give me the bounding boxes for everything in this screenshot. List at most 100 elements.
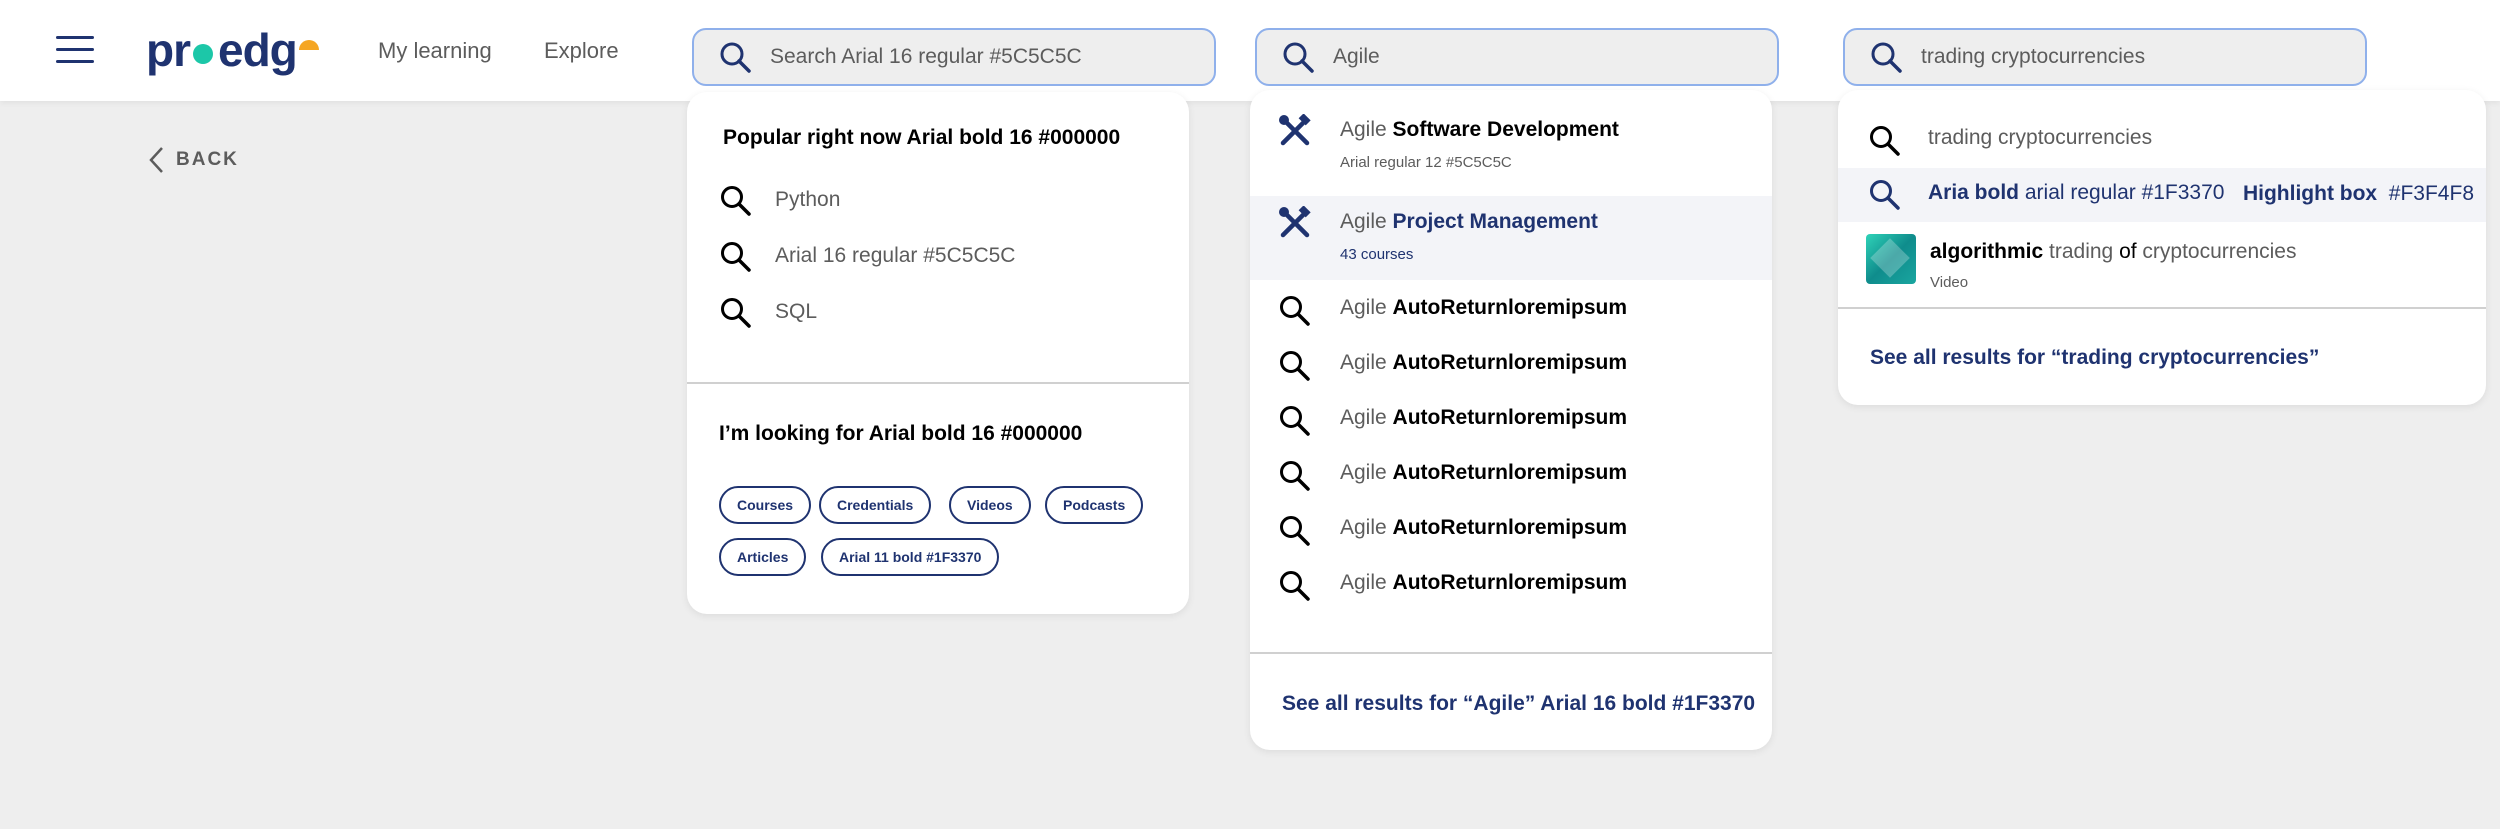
- suggestion-rest: arial regular #1F3370: [2019, 181, 2225, 204]
- search-input-text: Agile: [1333, 45, 1380, 68]
- tools-icon: [1279, 206, 1311, 238]
- popular-item[interactable]: Python: [719, 184, 840, 216]
- suggestion-text: Aria bold arial regular #1F3370: [1928, 181, 2224, 205]
- suggestion-text: Agile AutoReturnloremipsum: [1340, 351, 1627, 375]
- suggestion-text: Agile Project Management: [1340, 210, 1598, 234]
- suggestion-row[interactable]: Agile AutoReturnloremipsum: [1250, 561, 1772, 611]
- logo-dot: [193, 44, 213, 64]
- trading-dropdown: trading cryptocurrencies Aria bold arial…: [1838, 90, 2486, 405]
- suggestion-row[interactable]: trading cryptocurrencies: [1838, 118, 2486, 164]
- search-icon: [1283, 42, 1314, 73]
- suggestion-text: Agile AutoReturnloremipsum: [1340, 571, 1627, 595]
- suggestion-row-highlighted[interactable]: Agile Project Management 43 courses: [1250, 196, 1772, 280]
- search-icon: [1870, 126, 1900, 156]
- suggestion-prefix: Agile: [1340, 571, 1393, 594]
- search-icon: [1871, 42, 1902, 73]
- search-icon: [1280, 461, 1310, 491]
- highlight-note-bold: Highlight box: [2242, 182, 2378, 205]
- logo-text-2: edg: [218, 24, 298, 76]
- top-bar: pr edg My learning Explore Search Arial 1…: [0, 0, 2500, 101]
- suggestion-row[interactable]: Agile AutoReturnloremipsum: [1250, 286, 1772, 336]
- video-thumbnail: [1866, 234, 1916, 284]
- search-icon: [721, 186, 751, 216]
- logo-text-1: pr: [146, 24, 191, 76]
- suggestion-row[interactable]: Agile AutoReturnloremipsum: [1250, 396, 1772, 446]
- chip-articles[interactable]: Articles: [719, 538, 807, 576]
- back-label: BACK: [176, 149, 239, 170]
- suggestion-prefix: Agile: [1340, 351, 1393, 374]
- popular-item[interactable]: Arial 16 regular #5C5C5C: [719, 240, 1015, 272]
- suggestion-row-highlighted[interactable]: Aria bold arial regular #1F3370 Highligh…: [1838, 168, 2486, 222]
- search-icon: [1280, 351, 1310, 381]
- suggestion-bold: AutoReturnloremipsum: [1392, 351, 1628, 374]
- suggestion-row[interactable]: Agile AutoReturnloremipsum: [1250, 341, 1772, 391]
- suggestion-subtext: 43 courses: [1340, 246, 1414, 263]
- suggestion-text: Agile Software Development: [1340, 118, 1619, 142]
- video-result-word-4: cryptocurrencies: [2136, 240, 2297, 263]
- search-icon: [721, 298, 751, 328]
- back-button[interactable]: BACK: [148, 146, 239, 174]
- video-result-word-2: trading: [2043, 240, 2120, 263]
- video-result-word-3: of: [2119, 240, 2137, 263]
- suggestion-bold: Aria bold: [1928, 181, 2020, 204]
- suggestion-row[interactable]: Agile AutoReturnloremipsum: [1250, 506, 1772, 556]
- see-all-results-link[interactable]: See all results for “trading cryptocurre…: [1870, 346, 2319, 370]
- suggestion-prefix: Agile: [1340, 406, 1393, 429]
- search-input-empty[interactable]: Search Arial 16 regular #5C5C5C: [692, 28, 1216, 86]
- suggestion-text: Agile AutoReturnloremipsum: [1340, 516, 1627, 540]
- search-icon: [721, 242, 751, 272]
- chip-credentials[interactable]: Credentials: [819, 486, 932, 524]
- video-result-type: Video: [1930, 274, 1969, 291]
- suggestion-text: trading cryptocurrencies: [1928, 126, 2153, 149]
- suggestion-prefix: Agile: [1340, 296, 1393, 319]
- suggestion-row[interactable]: Agile Software Development Arial regular…: [1250, 106, 1772, 186]
- suggestion-bold: AutoReturnloremipsum: [1392, 516, 1628, 539]
- search-icon: [1280, 406, 1310, 436]
- popular-item-label: Python: [775, 188, 841, 211]
- search-input-text: Search Arial 16 regular #5C5C5C: [770, 45, 1082, 68]
- suggestion-row[interactable]: Agile AutoReturnloremipsum: [1250, 451, 1772, 501]
- suggestion-subtext: Arial regular 12 #5C5C5C: [1340, 154, 1512, 171]
- hamburger-menu-icon[interactable]: [56, 36, 94, 64]
- search-input-trading[interactable]: trading cryptocurrencies: [1843, 28, 2367, 86]
- divider: [1838, 307, 2486, 309]
- video-result-title: algorithmic trading of cryptocurrencies: [1930, 240, 2296, 264]
- suggestion-prefix: Agile: [1340, 516, 1393, 539]
- video-result-row[interactable]: algorithmic trading of cryptocurrencies …: [1838, 228, 2486, 296]
- suggestion-text: Agile AutoReturnloremipsum: [1340, 461, 1627, 485]
- suggestion-bold: AutoReturnloremipsum: [1392, 461, 1628, 484]
- popular-item-label: SQL: [775, 300, 818, 323]
- video-result-word-1: algorithmic: [1930, 240, 2044, 263]
- search-icon: [1280, 516, 1310, 546]
- suggestion-bold: AutoReturnloremipsum: [1392, 571, 1628, 594]
- chip-videos[interactable]: Videos: [949, 486, 1031, 524]
- popular-title: Popular right now Arial bold 16 #000000: [723, 126, 1121, 149]
- suggestion-bold: Software Development: [1392, 118, 1619, 141]
- looking-for-title: I’m looking for Arial bold 16 #000000: [719, 422, 1083, 445]
- chip-extra[interactable]: Arial 11 bold #1F3370: [821, 538, 1000, 576]
- agile-dropdown: Agile Software Development Arial regular…: [1250, 90, 1772, 750]
- logo[interactable]: pr edg: [146, 22, 319, 78]
- popular-item[interactable]: SQL: [719, 296, 817, 328]
- chip-courses[interactable]: Courses: [719, 486, 812, 524]
- search-icon: [1280, 571, 1310, 601]
- highlight-note-rest: #F3F4F8: [2377, 182, 2474, 205]
- chevron-left-icon: [149, 147, 163, 173]
- search-icon: [1870, 180, 1900, 210]
- see-all-results-link[interactable]: See all results for “Agile” Arial 16 bol…: [1282, 692, 1755, 716]
- suggestion-text: Agile AutoReturnloremipsum: [1340, 296, 1627, 320]
- suggestion-bold: AutoReturnloremipsum: [1392, 406, 1628, 429]
- chip-podcasts[interactable]: Podcasts: [1045, 486, 1144, 524]
- suggestion-prefix: Agile: [1340, 118, 1393, 141]
- suggestion-prefix: Agile: [1340, 461, 1393, 484]
- nav-explore[interactable]: Explore: [544, 38, 619, 64]
- search-icon: [1280, 296, 1310, 326]
- search-input-agile[interactable]: Agile: [1255, 28, 1779, 86]
- suggestion-prefix: Agile: [1340, 210, 1393, 233]
- nav-my-learning[interactable]: My learning: [378, 38, 492, 64]
- suggestion-bold: AutoReturnloremipsum: [1392, 296, 1628, 319]
- popular-dropdown: Popular right now Arial bold 16 #000000 …: [687, 92, 1189, 614]
- divider: [687, 382, 1189, 384]
- search-input-text: trading cryptocurrencies: [1921, 45, 2146, 68]
- tools-icon: [1279, 114, 1311, 146]
